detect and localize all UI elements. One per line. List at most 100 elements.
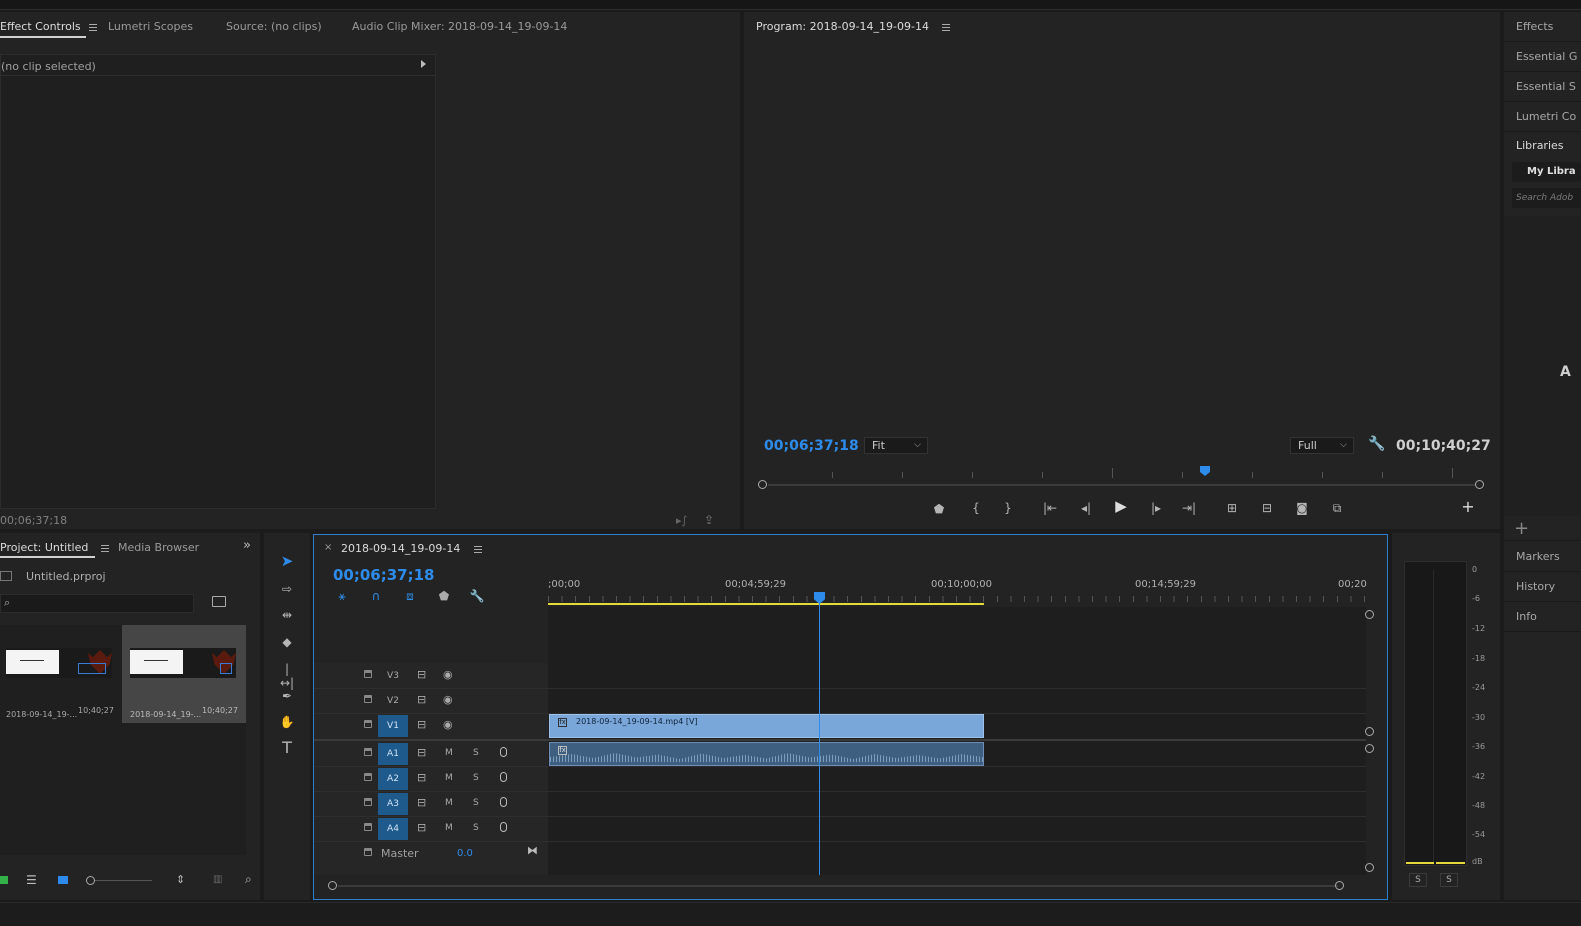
scrollbar-left-handle[interactable] — [328, 881, 337, 890]
step-forward-icon[interactable]: |▸ — [1148, 501, 1164, 515]
mute-button[interactable]: M — [445, 798, 453, 808]
ripple-edit-tool-icon[interactable]: ⇹ — [278, 608, 296, 622]
audio-scroll-top-handle[interactable] — [1365, 744, 1374, 753]
lock-icon[interactable] — [364, 848, 372, 856]
scrollbar-left-handle[interactable] — [758, 480, 767, 489]
mute-button[interactable]: M — [445, 773, 453, 783]
sync-lock-icon[interactable]: ⊟ — [417, 796, 426, 809]
panel-menu-icon[interactable] — [100, 543, 109, 554]
project-item-selected[interactable]: 2018-09-14_19-... 10;40;27 — [122, 625, 246, 723]
mute-button[interactable]: M — [445, 748, 453, 758]
razor-tool-icon[interactable]: ◆ — [278, 635, 296, 649]
program-zoom-scrollbar[interactable] — [758, 480, 1484, 489]
eye-icon[interactable]: ◉ — [443, 718, 453, 731]
nest-toggle-icon[interactable]: ⚹ — [334, 589, 350, 603]
video-scroll-top-handle[interactable] — [1365, 610, 1374, 619]
nav-libraries[interactable]: Libraries — [1516, 139, 1564, 152]
project-search-input[interactable]: ⌕ — [0, 594, 194, 613]
find-icon[interactable]: ⌕ — [245, 872, 252, 887]
sync-lock-icon[interactable]: ⊟ — [417, 718, 426, 731]
microphone-icon[interactable] — [500, 822, 507, 832]
panel-menu-icon[interactable] — [942, 22, 951, 33]
lock-icon[interactable] — [364, 798, 372, 806]
panel-menu-icon[interactable] — [89, 22, 98, 33]
master-volume-value[interactable]: 0.0 — [457, 848, 473, 859]
tab-program[interactable]: Program: 2018-09-14_19-09-14 — [756, 20, 951, 34]
go-to-end-icon[interactable]: ⧓ — [527, 844, 538, 857]
add-button-icon[interactable]: + — [1460, 499, 1476, 515]
tab-source[interactable]: Source: (no clips) — [226, 20, 322, 34]
close-sequence-icon[interactable]: × — [324, 542, 332, 553]
library-selector[interactable]: My Libra — [1512, 162, 1581, 182]
linked-selection-icon[interactable]: ⧈ — [402, 589, 418, 603]
lock-icon[interactable] — [364, 720, 372, 728]
export-frame-icon[interactable]: ◙ — [1293, 501, 1311, 515]
nav-lumetri-color[interactable]: Lumetri Co — [1516, 110, 1576, 123]
lock-icon[interactable] — [364, 670, 372, 678]
lift-icon[interactable]: ⊞ — [1222, 501, 1242, 515]
mark-in-icon[interactable]: { — [970, 501, 982, 515]
lock-icon[interactable] — [364, 748, 372, 756]
type-tool-icon[interactable]: T — [278, 740, 296, 756]
add-marker-icon[interactable]: ⬟ — [436, 589, 452, 603]
program-current-timecode[interactable]: 00;06;37;18 — [764, 438, 859, 454]
tab-media-browser[interactable]: Media Browser — [118, 541, 199, 555]
tab-project[interactable]: Project: Untitled — [0, 541, 109, 555]
sync-lock-icon[interactable]: ⊟ — [417, 693, 426, 706]
track-label-v3[interactable]: V3 — [378, 665, 408, 687]
track-label-v1[interactable]: V1 — [378, 715, 408, 737]
expand-arrow-icon[interactable] — [421, 60, 426, 68]
track-label-a3[interactable]: A3 — [378, 793, 408, 815]
track-label-a1[interactable]: A1 — [378, 743, 408, 765]
work-area-bar[interactable] — [548, 603, 984, 605]
extract-icon[interactable]: ⊟ — [1257, 501, 1277, 515]
meter-solo-button[interactable]: S — [1409, 873, 1427, 887]
play-icon[interactable]: ▶ — [1113, 499, 1129, 514]
meter-solo-button[interactable]: S — [1440, 873, 1458, 887]
add-panel-icon[interactable]: + — [1514, 518, 1529, 539]
go-to-in-icon[interactable]: |⇤ — [1042, 501, 1058, 515]
eye-icon[interactable]: ◉ — [443, 668, 453, 681]
track-label-a2[interactable]: A2 — [378, 768, 408, 790]
tab-audio-clip-mixer[interactable]: Audio Clip Mixer: 2018-09-14_19-09-14 — [352, 20, 567, 34]
timeline-settings-icon[interactable]: 🔧 — [469, 589, 485, 603]
lock-icon[interactable] — [364, 823, 372, 831]
more-panels-icon[interactable]: » — [243, 538, 251, 553]
sync-lock-icon[interactable]: ⊟ — [417, 668, 426, 681]
comparison-view-icon[interactable]: ⧉ — [1327, 501, 1347, 515]
microphone-icon[interactable] — [500, 797, 507, 807]
audio-clip[interactable]: fx — [549, 742, 984, 766]
step-back-icon[interactable]: ◂| — [1078, 501, 1094, 515]
pen-tool-icon[interactable]: ✒ — [278, 689, 296, 703]
sync-lock-icon[interactable]: ⊟ — [417, 771, 426, 784]
scrollbar-right-handle[interactable] — [1335, 881, 1344, 890]
solo-button[interactable]: S — [473, 748, 479, 758]
microphone-icon[interactable] — [500, 747, 507, 757]
lock-icon[interactable] — [364, 695, 372, 703]
audio-scroll-bottom-handle[interactable] — [1365, 863, 1374, 872]
track-select-tool-icon[interactable]: ⇨ — [278, 582, 296, 596]
panel-menu-icon[interactable] — [473, 544, 482, 555]
project-item[interactable]: 2018-09-14_19-... 10;40;27 — [0, 625, 120, 723]
sync-lock-icon[interactable]: ⊟ — [417, 821, 426, 834]
nav-markers[interactable]: Markers — [1516, 550, 1560, 563]
eye-icon[interactable]: ◉ — [443, 693, 453, 706]
sync-lock-icon[interactable]: ⊟ — [417, 746, 426, 759]
video-scroll-bottom-handle[interactable] — [1365, 727, 1374, 736]
icon-view-icon[interactable] — [58, 876, 68, 884]
solo-button[interactable]: S — [473, 773, 479, 783]
nav-info[interactable]: Info — [1516, 610, 1537, 623]
export-icon[interactable]: ⇪ — [704, 513, 714, 527]
solo-button[interactable]: S — [473, 798, 479, 808]
filter-icon[interactable]: ▸∫ — [676, 514, 687, 527]
lock-icon[interactable] — [0, 876, 8, 884]
snap-icon[interactable]: ∩ — [368, 589, 384, 603]
tab-lumetri-scopes[interactable]: Lumetri Scopes — [108, 20, 193, 34]
lock-icon[interactable] — [364, 773, 372, 781]
list-view-icon[interactable]: ☰ — [26, 873, 37, 887]
nav-essential-sound[interactable]: Essential S — [1516, 80, 1576, 93]
nav-effects[interactable]: Effects — [1516, 20, 1553, 33]
sort-icon[interactable]: ⇕ — [176, 873, 185, 886]
hand-tool-icon[interactable]: ✋ — [278, 715, 296, 729]
nav-essential-graphics[interactable]: Essential G — [1516, 50, 1577, 63]
